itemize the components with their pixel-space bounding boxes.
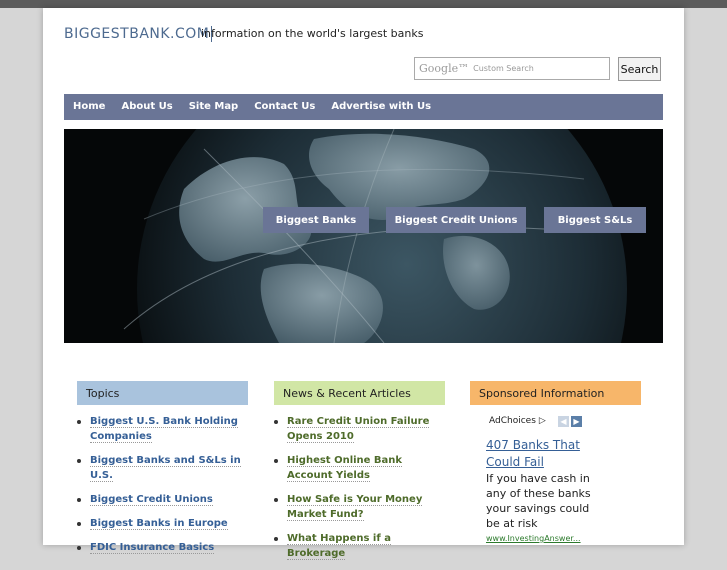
nav-home[interactable]: Home	[64, 94, 113, 120]
search-input[interactable]: Google™ Custom Search	[414, 57, 610, 80]
google-logo: Google™	[419, 62, 470, 75]
topic-link[interactable]: Biggest Banks and S&Ls in U.S.	[90, 455, 241, 482]
main-nav: Home About Us Site Map Contact Us Advert…	[64, 94, 663, 120]
ad-prev-icon[interactable]: ◀	[558, 416, 569, 427]
list-item[interactable]: Biggest Credit Unions	[77, 492, 249, 507]
topic-link[interactable]: Biggest Banks in Europe	[90, 518, 228, 530]
list-item[interactable]: Highest Online Bank Account Yields	[274, 453, 449, 483]
nav-contact-us[interactable]: Contact Us	[246, 94, 323, 120]
topic-link[interactable]: FDIC Insurance Basics	[90, 542, 215, 554]
nav-advertise[interactable]: Advertise with Us	[323, 94, 439, 120]
news-list: Rare Credit Union Failure Opens 2010 Hig…	[274, 414, 449, 570]
ad-title-link[interactable]: 407 Banks That Could Fail	[486, 437, 596, 471]
nav-site-map[interactable]: Site Map	[181, 94, 247, 120]
list-item[interactable]: What Happens if a Brokerage	[274, 531, 449, 561]
adchoices-icon: ▷	[538, 416, 546, 426]
news-heading: News & Recent Articles	[274, 381, 445, 405]
page-container: BIGGESTBANK.COM information on the world…	[43, 8, 684, 560]
list-item[interactable]: FDIC Insurance Basics	[77, 540, 249, 555]
site-logo[interactable]: BIGGESTBANK.COM	[64, 26, 213, 42]
article-link[interactable]: Rare Credit Union Failure Opens 2010	[287, 416, 430, 443]
topic-link[interactable]: Biggest Credit Unions	[90, 494, 213, 506]
tab-biggest-sls[interactable]: Biggest S&Ls	[544, 207, 646, 233]
nav-about-us[interactable]: About Us	[113, 94, 180, 120]
list-item[interactable]: Biggest Banks in Europe	[77, 516, 249, 531]
ad-nav: ◀ ▶	[558, 416, 582, 427]
tab-biggest-credit-unions[interactable]: Biggest Credit Unions	[386, 207, 526, 233]
list-item[interactable]: Biggest Banks and S&Ls in U.S.	[77, 453, 249, 483]
search-button[interactable]: Search	[618, 57, 661, 81]
ad-url-link[interactable]: www.InvestingAnswer...	[486, 534, 581, 543]
search-placeholder: Custom Search	[473, 64, 534, 73]
top-bar	[0, 0, 727, 8]
topics-heading: Topics	[77, 381, 248, 405]
ad-next-icon[interactable]: ▶	[571, 416, 582, 427]
adchoices[interactable]: AdChoices ▷	[489, 416, 546, 426]
globe-image	[64, 129, 663, 343]
list-item[interactable]: Rare Credit Union Failure Opens 2010	[274, 414, 449, 444]
list-item[interactable]: How Safe is Your Money Market Fund?	[274, 492, 449, 522]
site-tagline: information on the world's largest banks	[201, 27, 424, 40]
article-link[interactable]: Highest Online Bank Account Yields	[287, 455, 403, 482]
ad-text: If you have cash in any of these banks y…	[486, 472, 591, 530]
article-link[interactable]: What Happens if a Brokerage	[287, 533, 391, 560]
article-link[interactable]: How Safe is Your Money Market Fund?	[287, 494, 423, 521]
list-item[interactable]: Biggest U.S. Bank Holding Companies	[77, 414, 249, 444]
adchoices-label: AdChoices	[489, 416, 536, 426]
hero-banner	[64, 129, 663, 343]
tab-biggest-banks[interactable]: Biggest Banks	[263, 207, 369, 233]
sponsored-heading: Sponsored Information	[470, 381, 641, 405]
topic-link[interactable]: Biggest U.S. Bank Holding Companies	[90, 416, 238, 443]
topics-list: Biggest U.S. Bank Holding Companies Bigg…	[77, 414, 249, 564]
